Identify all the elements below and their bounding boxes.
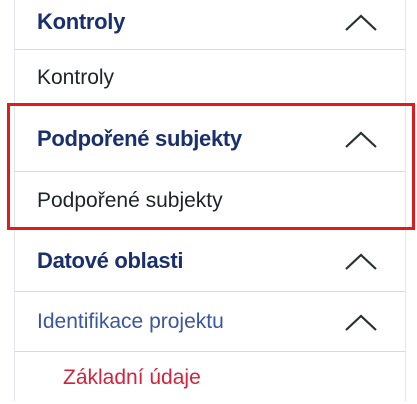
subsection-title: Identifikace projektu xyxy=(37,309,224,333)
menu-link-label: Základní údaje xyxy=(63,366,201,389)
menu-item-label: Podpořené subjekty xyxy=(37,188,223,212)
chevron-up-icon[interactable] xyxy=(343,11,379,33)
subsection-header-identifikace-projektu[interactable]: Identifikace projektu xyxy=(15,292,405,352)
chevron-up-icon[interactable] xyxy=(343,311,379,333)
menu-item-label: Kontroly xyxy=(37,65,115,89)
section-header-podporene-subjekty[interactable]: Podpořené subjekty xyxy=(15,106,405,172)
section-title: Podpořené subjekty xyxy=(37,125,242,151)
chevron-up-icon[interactable] xyxy=(343,250,379,272)
navigation-panel: Kontroly Kontroly Podpořené subjekty Pod… xyxy=(14,0,406,401)
section-title: Datové oblasti xyxy=(37,247,184,273)
section-header-kontroly[interactable]: Kontroly xyxy=(15,0,405,50)
section-title: Kontroly xyxy=(37,8,126,34)
menu-link-zakladni-udaje[interactable]: Základní údaje xyxy=(15,352,405,404)
menu-item-kontroly[interactable]: Kontroly xyxy=(15,50,405,106)
chevron-up-icon[interactable] xyxy=(343,128,379,150)
menu-item-podporene-subjekty[interactable]: Podpořené subjekty xyxy=(15,172,405,230)
section-header-datove-oblasti[interactable]: Datové oblasti xyxy=(15,230,405,292)
